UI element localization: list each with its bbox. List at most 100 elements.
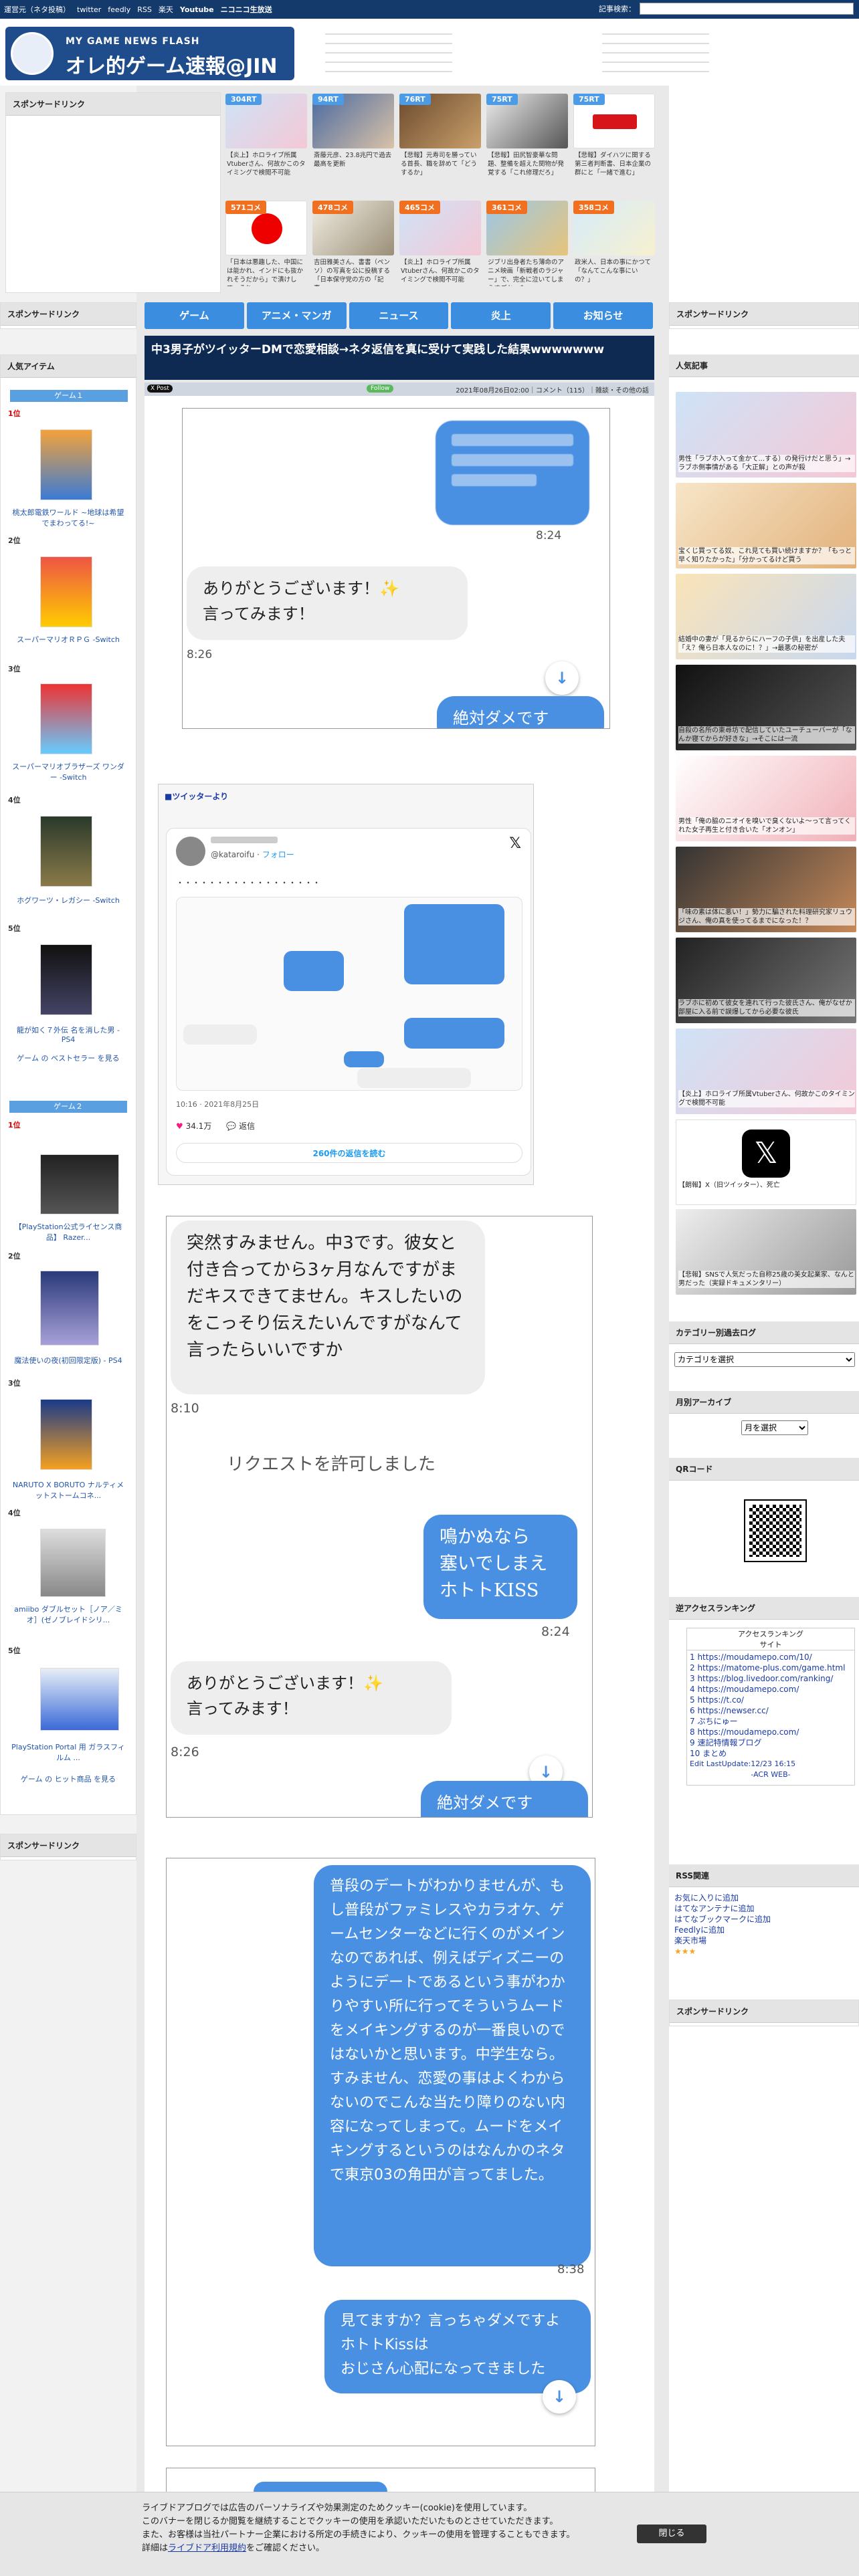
product-image[interactable] <box>40 1529 106 1597</box>
nav-game[interactable]: ゲーム <box>145 302 244 329</box>
tab-game2[interactable]: ゲーム２ <box>9 1101 127 1113</box>
topbar-link-youtube[interactable]: Youtube <box>180 5 214 14</box>
product-image[interactable] <box>40 944 92 1015</box>
rank-link[interactable]: https://matome-plus.com/game.html <box>697 1663 845 1673</box>
rank-link[interactable]: https://moudamepo.com/ <box>697 1685 799 1694</box>
product-image[interactable] <box>40 1154 119 1214</box>
nav-enjo[interactable]: 炎上 <box>451 302 551 329</box>
comment-count[interactable]: コメント（115） <box>536 385 589 395</box>
rss-link[interactable]: Feedlyに追加 <box>674 1925 771 1935</box>
rank-link[interactable]: https://moudamepo.com/ <box>697 1727 799 1737</box>
topbar-link-feedly[interactable]: feedly <box>108 5 130 14</box>
hot-article-card[interactable]: 75RT 【悲報】ダイハツに関する第三者判断書、日本企業の群にと「一緒で進む」 <box>573 94 655 183</box>
hot-article-card[interactable]: 358コメ 政米人、日本の事にかつて「なんてこんな事にいの？」 <box>573 201 655 290</box>
popular-article-title[interactable]: 男性「俺の脇のニオイを嗅いで臭くないよ〜って言ってくれた女子再生と付き合いた「オ… <box>678 817 855 835</box>
follow-button[interactable]: Follow <box>367 385 394 393</box>
hot-article-card[interactable]: 75RT 【悲報】田尻智豪華な問題、整備を超えた関物が発覚する「これ修理だろ」 <box>486 94 568 183</box>
category-select[interactable]: カテゴリを選択 <box>674 1352 855 1367</box>
reply-icon[interactable]: 💬 <box>226 1121 236 1131</box>
hot-article-card[interactable]: 361コメ ジブリ出身者たち薄命のアニメ映画「新戦者のラジャー」で、完全に泣いてし… <box>486 201 568 290</box>
logo-name: オレ的ゲーム速報@JIN <box>66 55 278 78</box>
product-link[interactable]: 魔法使いの夜(初回限定版) - PS4 <box>9 1355 127 1366</box>
product-link[interactable]: 桃太郎電鉄ワールド ~地球は希望でまわってる!~ <box>9 507 127 528</box>
product-image[interactable] <box>40 816 92 887</box>
product-image[interactable] <box>40 429 92 500</box>
popular-article-title[interactable]: 【悲報】SNSで人気だった自称25歳の美女起業家、なんと男だった（実録ドキュメン… <box>678 1271 855 1288</box>
product-link[interactable]: amiibo ダブルセット［ノア／ミオ］(ゼノブレイドシリ... <box>9 1604 127 1625</box>
reply-label: 返信 <box>239 1121 256 1131</box>
scroll-down-icon[interactable]: ↓ <box>545 661 579 695</box>
product-link[interactable]: スーパーマリオブラザーズ ワンダー -Switch <box>9 761 127 782</box>
rank-link[interactable]: https://newser.cc/ <box>697 1706 768 1715</box>
scroll-down-icon[interactable]: ↓ <box>543 2380 576 2413</box>
rank-link[interactable]: ぷちにゅー <box>697 1717 737 1726</box>
rss-link[interactable]: はてなブックマークに追加 <box>674 1914 771 1925</box>
like-icon[interactable]: ♥ <box>176 1121 183 1131</box>
topbar-link-rakuten[interactable]: 楽天 <box>159 4 173 15</box>
hot-article-card[interactable]: 465コメ 【炎上】ホロライブ所属Vtuberさん、何故かこのタイミングで検閲不可… <box>399 201 481 290</box>
product-image[interactable] <box>40 1668 119 1731</box>
tab-game1[interactable]: ゲーム１ <box>10 390 128 402</box>
hot-article-card[interactable]: 76RT 【悲報】元寿司を勝っている首長、職を辞めて「どうするか」 <box>399 94 481 183</box>
product-link[interactable]: スーパーマリオＲＰＧ -Switch <box>9 634 127 645</box>
product-link[interactable]: 龍が如く７外伝 名を消した男 - PS4 <box>9 1025 127 1044</box>
read-replies-button[interactable]: 260件の返信を読む <box>176 1143 522 1163</box>
hot-article-card[interactable]: 304RT 【炎上】ホロライブ所属Vtuberさん、何故かこのタイミングで検閲不可… <box>225 94 307 183</box>
hot-article-card[interactable]: 478コメ 吉田雅美さん、書書（ペンソ）の写真を公に投稿する「日本保守党の方の「記… <box>312 201 394 290</box>
header-links-2[interactable] <box>602 27 709 78</box>
rss-link[interactable]: はてなアンテナに追加 <box>674 1903 771 1914</box>
rank-link[interactable]: https://blog.livedoor.com/ranking/ <box>697 1674 833 1683</box>
product-link[interactable]: NARUTO X BORUTO ナルティメットストームコネ... <box>9 1479 127 1501</box>
product-link[interactable]: PlayStation Portal 用 ガラスフィルム ... <box>9 1741 127 1763</box>
topbar-link-niconico[interactable]: ニコニコ生放送 <box>221 4 272 15</box>
rank-link[interactable]: 速記特情報ブログ <box>697 1738 761 1747</box>
reverse-access-heading: 逆アクセスランキング <box>669 1597 859 1620</box>
message-time: 8:38 <box>557 2262 585 2276</box>
tweet-follow[interactable]: フォロー <box>262 850 294 859</box>
hit-items-link[interactable]: ゲーム の ヒット商品 を見る <box>9 1774 127 1784</box>
product-image[interactable] <box>40 1399 92 1470</box>
tweet-card[interactable]: @kataroifu · フォロー 𝕏 ・・・・・・・・・・・・・・・・・・ 1… <box>166 828 531 1176</box>
x-post-button[interactable]: X Post <box>147 385 173 393</box>
popular-article-title[interactable]: ラブホに初めて彼女を連れて行った彼氏さん、俺がなぜか部屋に入る前で誤爆してから必… <box>678 999 855 1016</box>
cookie-close-button[interactable]: 閉じる <box>637 2525 706 2543</box>
rank-link[interactable]: https://t.co/ <box>697 1695 744 1705</box>
tweet-handle[interactable]: @kataroifu <box>211 850 254 859</box>
popular-article-title[interactable]: 【炎上】ホロライブ所属Vtuberさん、何故かこのタイミングで検閲不可能 <box>678 1090 855 1107</box>
nav-anime-manga[interactable]: アニメ・マンガ <box>246 302 347 329</box>
ranking-updated[interactable]: Edit LastUpdate:12/23 16:15 <box>690 1759 852 1769</box>
bestseller-link[interactable]: ゲーム の ベストセラー を見る <box>9 1053 127 1063</box>
product-link[interactable]: 【PlayStation公式ライセンス商品】 Razer... <box>9 1221 127 1243</box>
popular-article-title[interactable]: 自殺の名所の東尋坊で配信していたユーチューバーが「なんか寝てからが好きな」→そこ… <box>678 726 855 744</box>
rank-link[interactable]: まとめ <box>702 1749 727 1758</box>
product-image[interactable] <box>40 683 92 754</box>
popular-article-title[interactable]: 宝くじ買ってる奴、これ見ても買い続けますか？「もっと早く知りたかった」「分かって… <box>678 547 855 564</box>
nav-news[interactable]: ニュース <box>349 302 449 329</box>
popular-article-title[interactable]: 結婚中の妻が「見るからにハーフの子供」を出産した夫「え？俺ら日本人なのに！？」→… <box>678 635 855 653</box>
rt-badge: 75RT <box>573 94 605 105</box>
topbar-link-twitter[interactable]: twitter <box>77 5 101 14</box>
product-image[interactable] <box>40 1271 99 1346</box>
tweet-image[interactable] <box>176 897 522 1091</box>
product-link[interactable]: ホグワーツ・レガシー -Switch <box>9 895 127 905</box>
rank-link[interactable]: https://moudamepo.com/10/ <box>697 1652 812 1662</box>
popular-article-title[interactable]: 男性「ラブホ入って金かて...する）の発行けだと思う」→ラブホ側事情がある「大正… <box>678 455 855 472</box>
month-select[interactable]: 月を選択 <box>741 1420 808 1435</box>
ranking-provider[interactable]: -ACR WEB- <box>690 1769 852 1780</box>
site-logo[interactable]: MY GAME NEWS FLASH オレ的ゲーム速報@JIN <box>5 27 294 80</box>
header-links-1[interactable] <box>325 27 452 78</box>
topbar-link-contact[interactable]: 運営元（ネタ投稿） <box>4 4 70 15</box>
hot-article-card[interactable]: 94RT 斎藤元彦、23.8兆円で過去最高を更新 <box>312 94 394 183</box>
popular-article-title[interactable]: 「味の素は体に悪い！」勢力に騙された料理研究家リュウジさん、俺の真を使ってるまで… <box>678 908 855 926</box>
terms-link[interactable]: ライブドア利用規約 <box>168 2543 246 2553</box>
hot-article-card[interactable]: 571コメ 「日本は悪趣した、中国には能かれ、インドにも抜かれそうだから」で漬けし… <box>225 201 307 290</box>
rss-link[interactable]: お気に入りに追加 <box>674 1893 771 1903</box>
popular-article-title[interactable]: 【朗報】X（旧ツイッター）、死亡 <box>678 1181 855 1190</box>
popular-article-thumb[interactable]: 𝕏 <box>676 1119 856 1205</box>
rss-link[interactable]: 楽天市場 <box>674 1935 771 1946</box>
topbar-link-rss[interactable]: RSS <box>137 5 152 14</box>
article-category[interactable]: 雑談・その他の話 <box>595 385 649 395</box>
nav-info[interactable]: お知らせ <box>553 302 653 329</box>
product-image[interactable] <box>40 556 92 627</box>
search-input[interactable] <box>640 3 854 15</box>
